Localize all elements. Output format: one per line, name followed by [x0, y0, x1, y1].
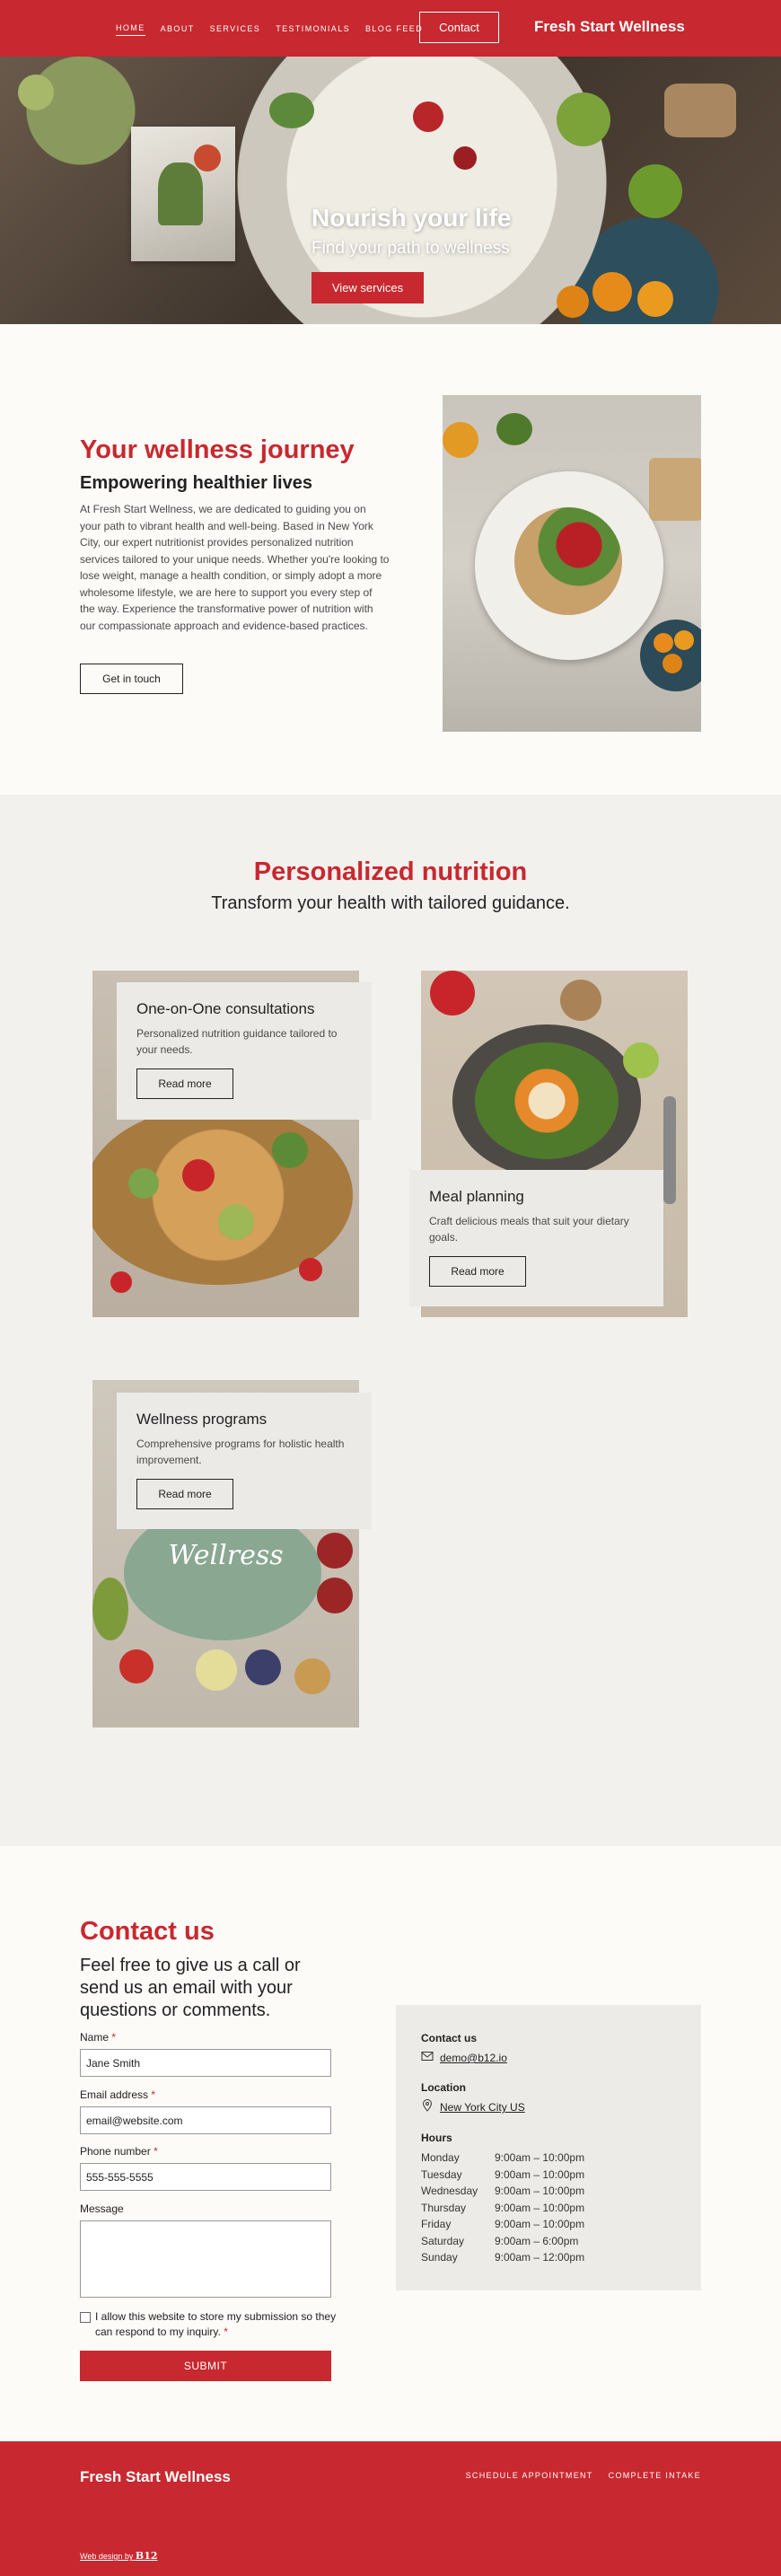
services-subtitle: Transform your health with tailored guid…: [211, 893, 570, 913]
phone-field[interactable]: 555-555-5555: [80, 2163, 331, 2191]
service-card-title: Wellness programs: [136, 1411, 268, 1428]
services-title: Personalized nutrition: [253, 857, 528, 886]
info-location-heading: Location: [421, 2081, 466, 2094]
complete-intake-link[interactable]: COMPLETE INTAKE: [609, 2471, 701, 2480]
service-card-text: Personalized nutrition guidance tailored…: [136, 1027, 338, 1056]
read-more-button[interactable]: Read more: [136, 1068, 233, 1099]
nav-testimonials[interactable]: TESTIMONIALS: [276, 22, 350, 36]
hours-row: Wednesday 9:00am – 10:00pm: [421, 2185, 585, 2198]
hero-inset-photo: [131, 127, 235, 261]
mail-icon: [421, 2052, 434, 2061]
name-field[interactable]: Jane Smith: [80, 2049, 331, 2077]
hours-row: Saturday 9:00am – 6:00pm: [421, 2234, 579, 2247]
hours-row: Monday 9:00am – 10:00pm: [421, 2151, 585, 2165]
get-in-touch-button[interactable]: Get in touch: [80, 664, 183, 694]
hours-table: Monday 9:00am – 10:00pm Tuesday 9:00am – 1…: [421, 2150, 584, 2266]
service-card-title: Meal planning: [429, 1188, 524, 1205]
site-brand[interactable]: Fresh Start Wellness: [534, 18, 685, 36]
location-pin-icon: [422, 2099, 433, 2112]
hero-banner: Nourish your life Find your path to well…: [0, 57, 781, 324]
service-card-consultations: One-on-One consultations Personalized nu…: [117, 982, 372, 1120]
header-contact-button[interactable]: Contact: [419, 12, 499, 43]
contact-subtitle: Feel free to give us a call or send us a…: [80, 1956, 301, 2020]
footer-brand[interactable]: Fresh Start Wellness: [80, 2468, 231, 2486]
email-label: Email address *: [80, 2088, 156, 2101]
hours-row: Thursday 9:00am – 10:00pm: [421, 2201, 585, 2214]
nav-services[interactable]: SERVICES: [210, 22, 261, 36]
consent-label: I allow this website to store my submiss…: [95, 2310, 337, 2338]
name-label: Name *: [80, 2031, 117, 2044]
contact-title: Contact us: [80, 1917, 215, 1946]
b12-logo: B12: [135, 2550, 158, 2562]
service-card-text: Craft delicious meals that suit your die…: [429, 1215, 629, 1244]
journey-subtitle: Empowering healthier lives: [80, 473, 312, 493]
footer-nav: SCHEDULE APPOINTMENT COMPLETE INTAKE: [466, 2471, 701, 2480]
service-card-text: Comprehensive programs for holistic heal…: [136, 1437, 345, 1466]
web-design-credit-link[interactable]: Web design by B12: [80, 2550, 158, 2562]
read-more-button[interactable]: Read more: [429, 1256, 526, 1287]
hours-row: Tuesday 9:00am – 10:00pm: [421, 2167, 585, 2181]
message-field[interactable]: [80, 2220, 331, 2298]
email-field[interactable]: email@website.com: [80, 2106, 331, 2134]
hero-subtitle: Find your path to wellness: [312, 239, 510, 258]
nav-about[interactable]: ABOUT: [161, 22, 195, 36]
consent-checkbox[interactable]: [80, 2312, 91, 2323]
journey-body: At Fresh Start Wellness, we are dedicate…: [80, 503, 390, 632]
phone-label: Phone number *: [80, 2145, 158, 2158]
email-link[interactable]: demo@b12.io: [440, 2052, 507, 2064]
service-card-title: One-on-One consultations: [136, 1000, 315, 1017]
journey-food-photo: [443, 395, 701, 732]
location-link[interactable]: New York City US: [440, 2101, 525, 2114]
submit-button[interactable]: SUBMIT: [80, 2351, 331, 2381]
nav-blog-feed[interactable]: BLOG FEED: [365, 22, 423, 36]
schedule-appointment-link[interactable]: SCHEDULE APPOINTMENT: [466, 2471, 593, 2480]
hours-row: Friday 9:00am – 10:00pm: [421, 2218, 585, 2231]
nav-home[interactable]: HOME: [116, 21, 145, 36]
main-nav: HOME ABOUT SERVICES TESTIMONIALS BLOG FE…: [116, 0, 423, 57]
view-services-button[interactable]: View services: [312, 272, 424, 303]
read-more-button[interactable]: Read more: [136, 1479, 233, 1509]
hero-title: Nourish your life: [312, 204, 512, 232]
journey-title: Your wellness journey: [80, 435, 355, 464]
message-label: Message: [80, 2202, 124, 2215]
service-card-wellness-programs: Wellness programs Comprehensive programs…: [117, 1393, 372, 1529]
service-card-meal-planning: Meal planning Craft delicious meals that…: [409, 1170, 663, 1306]
hours-row: Sunday 9:00am – 12:00pm: [421, 2251, 585, 2264]
site-header: HOME ABOUT SERVICES TESTIMONIALS BLOG FE…: [0, 0, 781, 57]
info-contact-heading: Contact us: [421, 2032, 478, 2044]
info-hours-heading: Hours: [421, 2132, 452, 2144]
